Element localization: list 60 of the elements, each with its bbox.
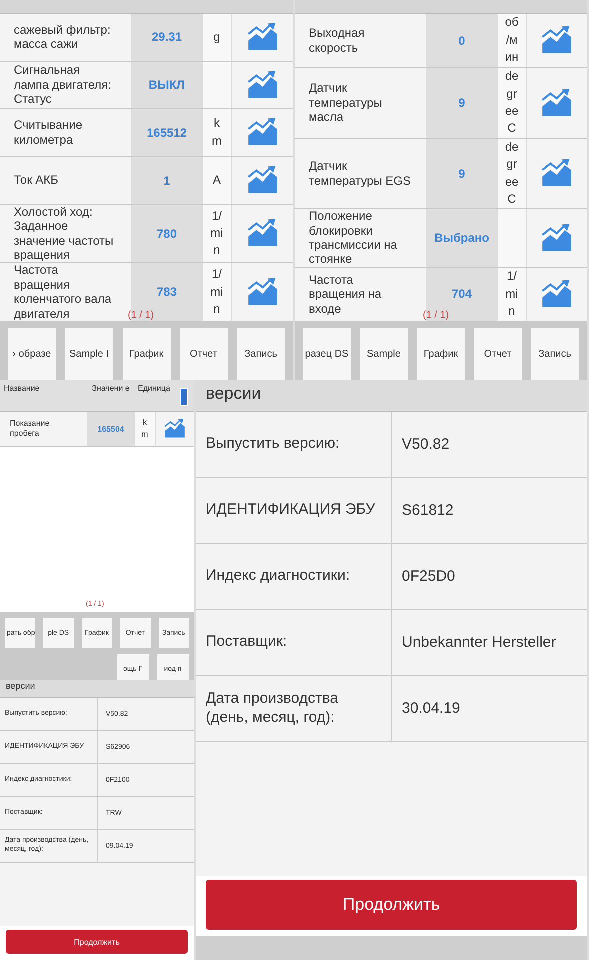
parameter-unit: 1/ mi n	[497, 268, 527, 321]
parameter-value: 165512	[132, 109, 202, 156]
parameter-value: Выбрано	[427, 209, 497, 267]
chart-icon[interactable]	[246, 219, 278, 248]
toolbar-button[interactable]: График	[417, 328, 465, 380]
parameter-unit: k m	[134, 412, 156, 446]
info-label: Индекс диагностики:	[196, 544, 392, 609]
toolbar-button[interactable]: График	[122, 328, 170, 380]
column-header: Значени е	[91, 383, 131, 395]
info-value: S61812	[401, 501, 455, 521]
chart-icon[interactable]	[541, 280, 573, 309]
chart-icon[interactable]	[246, 278, 278, 307]
continue-button[interactable]: Продолжить	[206, 880, 577, 930]
parameter-unit: 1/ mi n	[202, 263, 232, 321]
toolbar-button[interactable]: › образе	[8, 328, 56, 380]
chart-icon[interactable]	[541, 26, 573, 55]
parameter-value: 9	[427, 68, 497, 138]
toolbar-button[interactable]: Запись	[237, 328, 285, 380]
page-counter: (1 / 1)	[423, 310, 450, 321]
info-value: Unbekannter Hersteller	[401, 633, 558, 653]
parameter-value: 165504	[88, 412, 134, 446]
toolbar-button[interactable]: Sample	[360, 328, 408, 380]
parameter-value: ВЫКЛ	[132, 62, 202, 108]
parameter-value: 9	[427, 138, 497, 208]
parameter-unit: de gr ee C	[497, 138, 527, 208]
info-label: Поставщик:	[196, 610, 392, 675]
continue-button[interactable]: Продолжить	[6, 930, 188, 954]
chart-icon[interactable]	[246, 22, 278, 52]
chart-icon[interactable]	[246, 166, 278, 195]
toolbar-button[interactable]: Отчет	[180, 328, 228, 380]
parameter-unit: A	[202, 157, 232, 204]
parameter-value: 1	[132, 157, 202, 204]
info-value: V50.82	[401, 435, 451, 455]
scroll-handle[interactable]	[180, 388, 188, 406]
chart-icon[interactable]	[541, 88, 573, 118]
table-header: версии	[196, 380, 587, 412]
toolbar-button[interactable]: Запись	[531, 328, 579, 380]
parameter-value: 29.31	[132, 14, 202, 61]
parameter-value: 780	[132, 204, 202, 262]
chart-icon[interactable]	[246, 70, 278, 100]
toolbar-button[interactable]: разец DS	[303, 328, 351, 380]
page-counter: (1 / 1)	[128, 310, 154, 321]
parameter-unit: 1/ mi n	[202, 204, 232, 262]
chart-icon[interactable]	[164, 419, 186, 439]
toolbar-button[interactable]: Sample I	[65, 328, 114, 380]
chart-icon[interactable]	[541, 224, 573, 252]
chart-icon[interactable]	[246, 118, 278, 148]
info-value: 30.04.19	[401, 699, 462, 719]
info-value: 0F25D0	[401, 567, 456, 587]
info-label: ИДЕНТИФИКАЦИЯ ЭБУ	[196, 478, 392, 543]
chart-icon[interactable]	[541, 159, 573, 188]
column-header: Единица	[137, 383, 172, 395]
parameter-unit: k m	[202, 109, 232, 156]
column-header: Название	[3, 383, 41, 395]
table-header: версии	[0, 680, 194, 698]
info-label: Выпустить версию:	[196, 412, 392, 477]
toolbar-button[interactable]: Отчет	[474, 328, 522, 380]
parameter-value: 0	[427, 14, 497, 68]
parameter-unit: g	[202, 14, 232, 61]
info-label: Дата производства (день, месяц, год):	[196, 676, 392, 741]
